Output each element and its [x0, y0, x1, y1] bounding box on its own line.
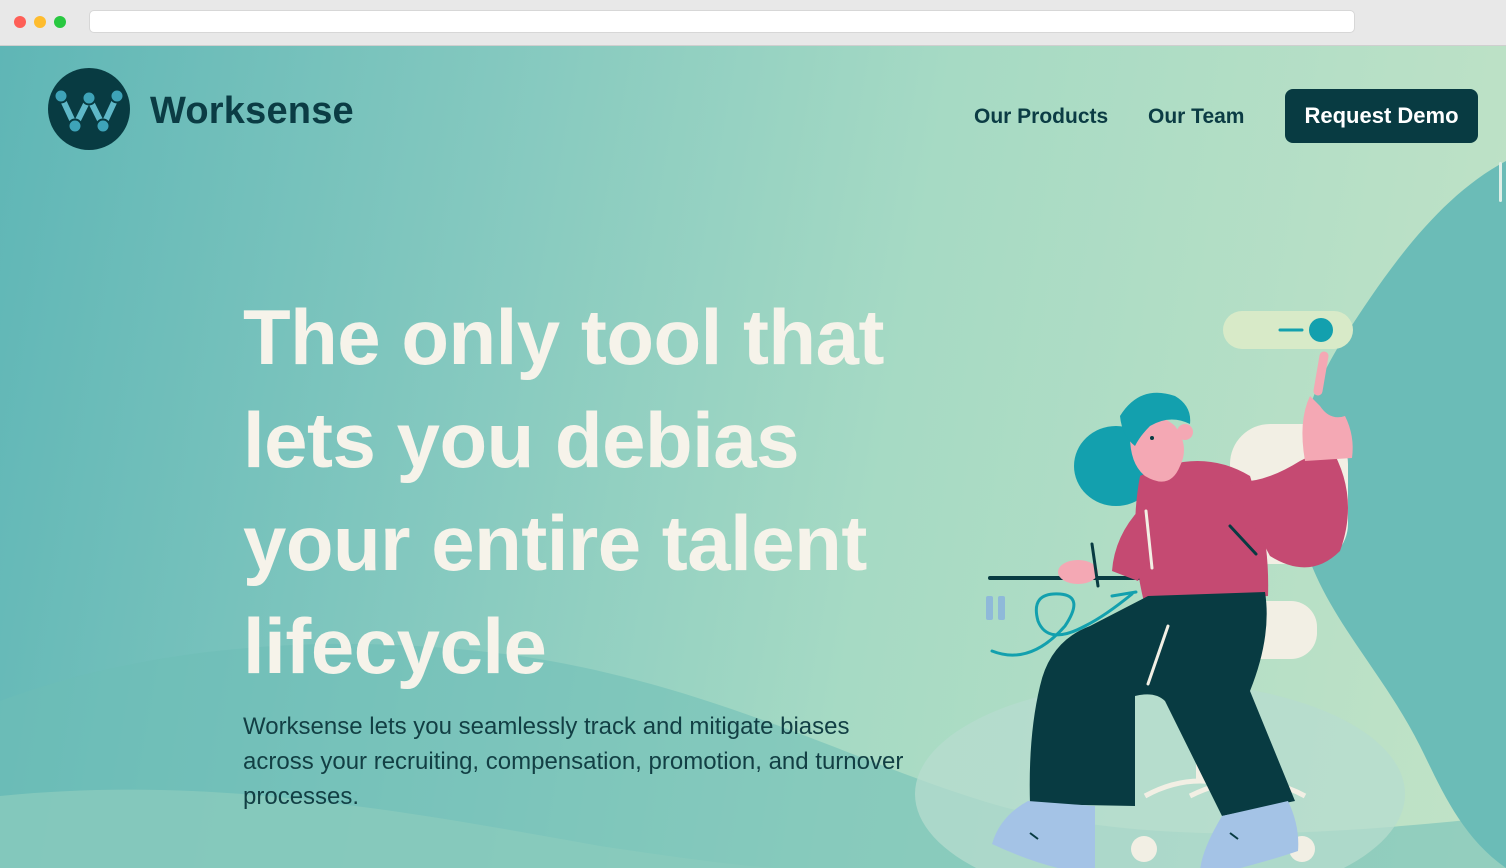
hero-title-line: your entire talent — [243, 499, 867, 587]
close-window-button[interactable] — [14, 16, 26, 28]
scrollbar-thumb[interactable] — [1499, 162, 1502, 202]
worksense-w-logo-icon[interactable] — [48, 68, 130, 150]
address-bar[interactable] — [89, 10, 1355, 33]
hero-title-line: The only tool that — [243, 293, 884, 381]
maximize-window-button[interactable] — [54, 16, 66, 28]
nav-our-products[interactable]: Our Products — [974, 104, 1108, 130]
request-demo-button[interactable]: Request Demo — [1285, 89, 1478, 143]
landing-page: Worksense Our Products Our Team Request … — [0, 46, 1506, 868]
brand-name[interactable]: Worksense — [150, 88, 354, 134]
hero-title-line: lets you debias — [243, 396, 800, 484]
minimize-window-button[interactable] — [34, 16, 46, 28]
woman-at-desk-clicking-toggle-illustration — [986, 311, 1353, 868]
hero-title-line: lifecycle — [243, 602, 547, 690]
browser-toolbar — [0, 0, 1506, 46]
hero-title: The only tool that lets you debias your … — [243, 286, 943, 698]
nav-our-team[interactable]: Our Team — [1148, 104, 1244, 130]
hero-subtitle: Worksense lets you seamlessly track and … — [243, 713, 904, 810]
